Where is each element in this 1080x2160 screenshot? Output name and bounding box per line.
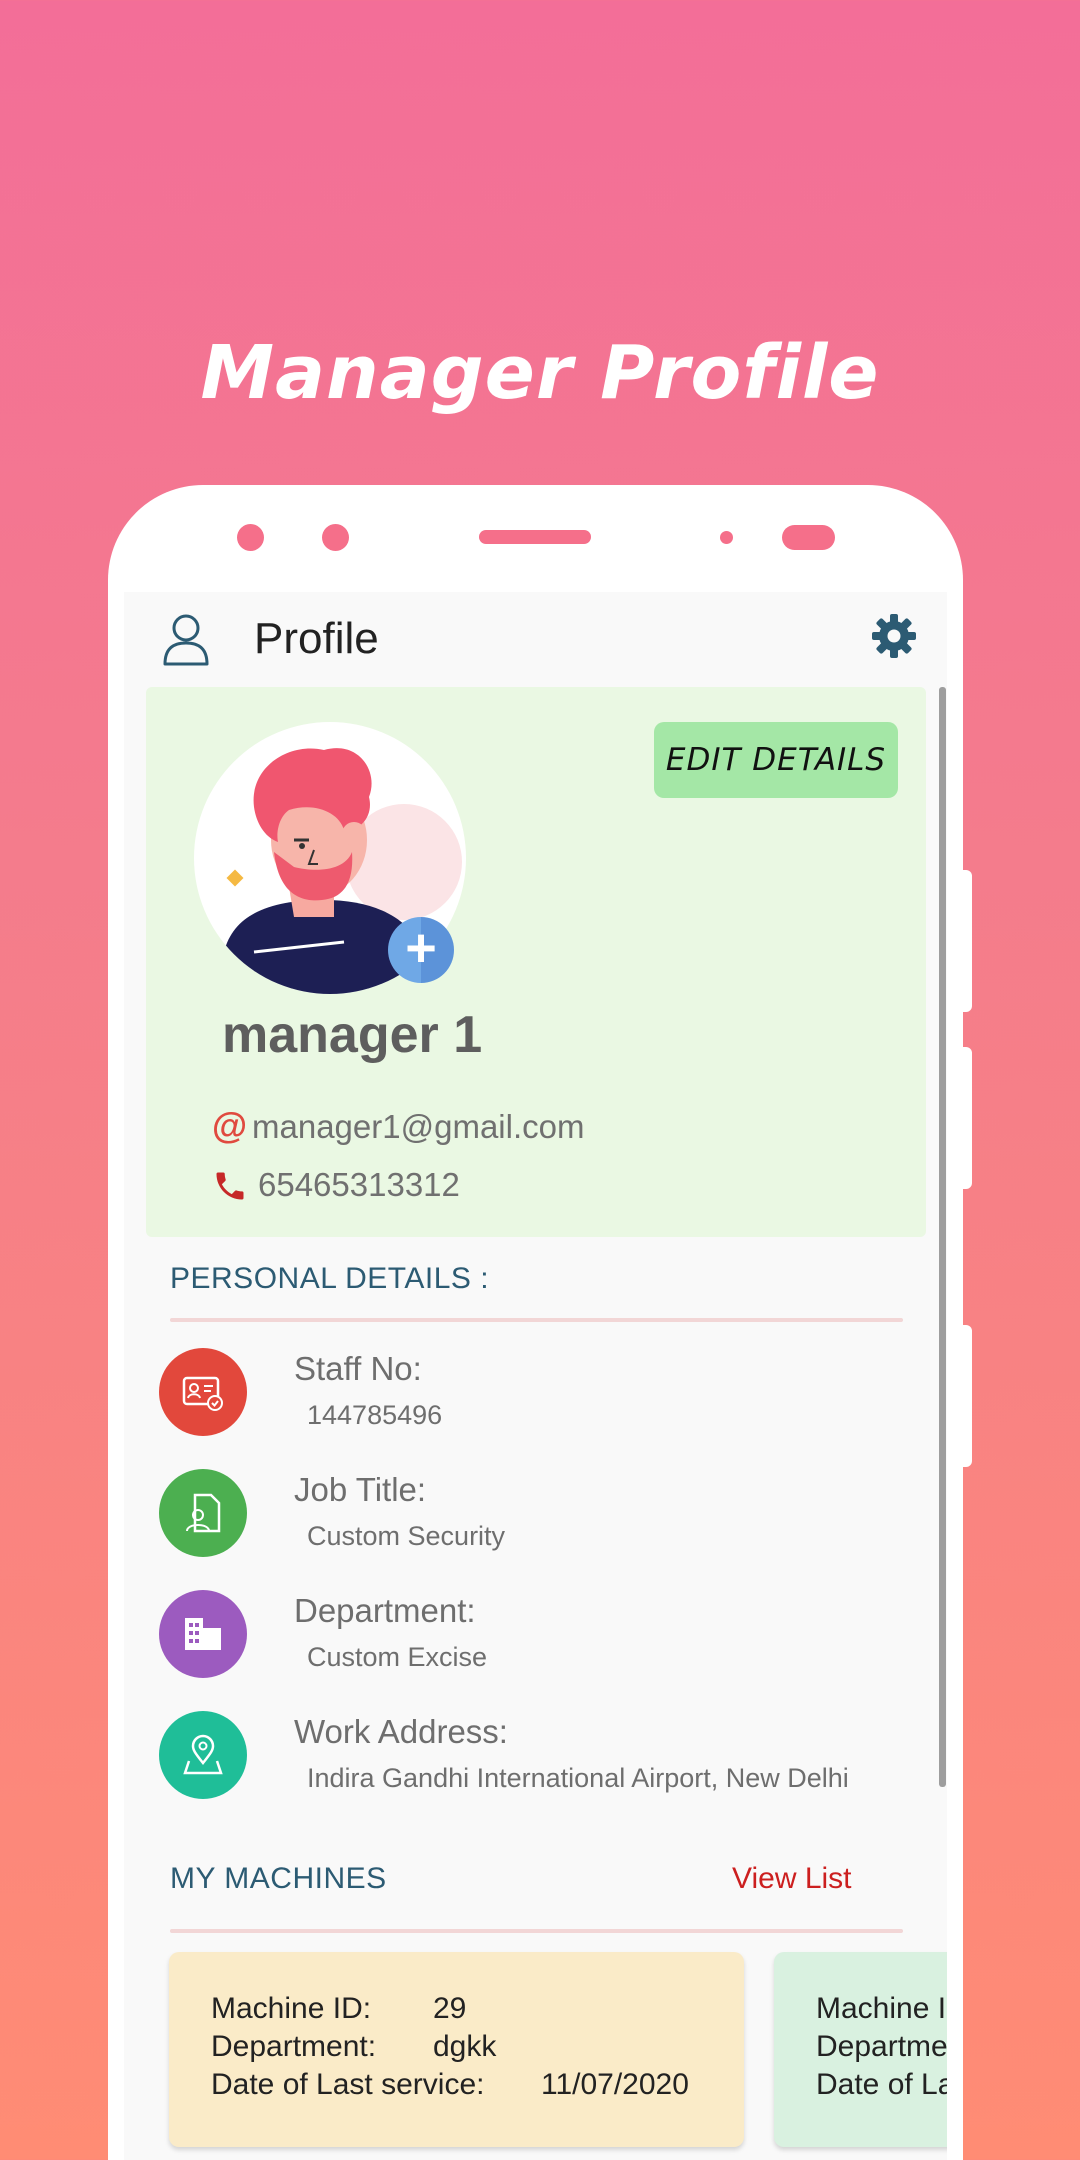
map-pin-icon bbox=[159, 1711, 247, 1799]
detail-row-staff-no: Staff No: 144785496 bbox=[159, 1348, 919, 1444]
machine-card[interactable]: Machine ID: 29 Department: dgkk Date of La… bbox=[169, 1952, 744, 2147]
machine-service-date-label: Date of Last service: bbox=[816, 2068, 947, 2101]
work-address-label: Work Address: bbox=[294, 1713, 508, 1750]
flash-pill bbox=[782, 525, 835, 550]
profile-name: manager 1 bbox=[222, 1006, 483, 1064]
email-text[interactable]: manager1@gmail.com bbox=[252, 1108, 584, 1145]
machine-department-label: Department: bbox=[211, 2030, 377, 2063]
staff-no-label: Staff No: bbox=[294, 1350, 422, 1387]
at-sign-icon: @ bbox=[212, 1105, 248, 1146]
camera-dot bbox=[237, 524, 264, 551]
building-icon bbox=[159, 1590, 247, 1678]
machine-service-date-label: Date of Last service: bbox=[211, 2068, 485, 2101]
machines-divider bbox=[170, 1929, 903, 1933]
department-label: Department: bbox=[294, 1592, 476, 1629]
my-machines-header: MY MACHINES bbox=[170, 1862, 387, 1895]
email-row: @ manager1@gmail.com bbox=[212, 1105, 584, 1147]
add-photo-button[interactable]: + bbox=[388, 917, 454, 983]
speaker-grille bbox=[479, 530, 591, 544]
machine-id-label: Machine ID: bbox=[211, 1992, 372, 2025]
app-screen: Profile + EDIT DETAILS manager 1 @ manag… bbox=[124, 592, 947, 2160]
power-button bbox=[962, 1325, 972, 1467]
machine-card[interactable]: Machine ID: Department: Date of Last ser… bbox=[774, 1952, 947, 2147]
staff-no-value: 144785496 bbox=[307, 1400, 443, 1430]
edit-details-button[interactable]: EDIT DETAILS bbox=[654, 722, 898, 798]
page-title: Profile bbox=[254, 614, 379, 663]
personal-divider bbox=[170, 1318, 903, 1322]
department-value: Custom Excise bbox=[307, 1642, 488, 1672]
settings-gear-icon[interactable] bbox=[870, 612, 918, 660]
job-title-label: Job Title: bbox=[294, 1471, 427, 1508]
detail-row-department: Department: Custom Excise bbox=[159, 1590, 919, 1686]
work-address-value: Indira Gandhi International Airport, New… bbox=[307, 1763, 849, 1793]
phone-row: 65465313312 bbox=[212, 1163, 460, 1205]
machine-department-value: dgkk bbox=[433, 2030, 497, 2063]
banner-title: Manager Profile bbox=[200, 330, 880, 416]
machine-service-date-value: 11/07/2020 bbox=[541, 2068, 689, 2101]
phone-icon bbox=[212, 1163, 252, 1205]
personal-details-header: PERSONAL DETAILS : bbox=[170, 1262, 490, 1295]
view-list-link[interactable]: View List bbox=[732, 1862, 852, 1896]
proximity-dot bbox=[720, 531, 733, 544]
profile-card: + EDIT DETAILS manager 1 @ manager1@gmail… bbox=[146, 687, 926, 1237]
detail-row-work-address: Work Address: Indira Gandhi Internationa… bbox=[159, 1711, 919, 1807]
machine-id-label: Machine ID: bbox=[816, 1992, 947, 2025]
volume-up-button bbox=[962, 870, 972, 1012]
phone-text[interactable]: 65465313312 bbox=[258, 1166, 460, 1203]
machine-department-label: Department: bbox=[816, 2030, 947, 2063]
job-title-value: Custom Security bbox=[307, 1521, 506, 1551]
detail-row-job-title: Job Title: Custom Security bbox=[159, 1469, 919, 1565]
volume-down-button bbox=[962, 1047, 972, 1189]
app-bar: Profile bbox=[124, 592, 947, 688]
machine-id-value: 29 bbox=[433, 1992, 467, 2025]
scrollbar[interactable] bbox=[939, 687, 946, 1787]
sensor-dot bbox=[322, 524, 349, 551]
id-card-icon bbox=[159, 1348, 247, 1436]
user-icon[interactable] bbox=[162, 612, 210, 666]
worker-document-icon bbox=[159, 1469, 247, 1557]
